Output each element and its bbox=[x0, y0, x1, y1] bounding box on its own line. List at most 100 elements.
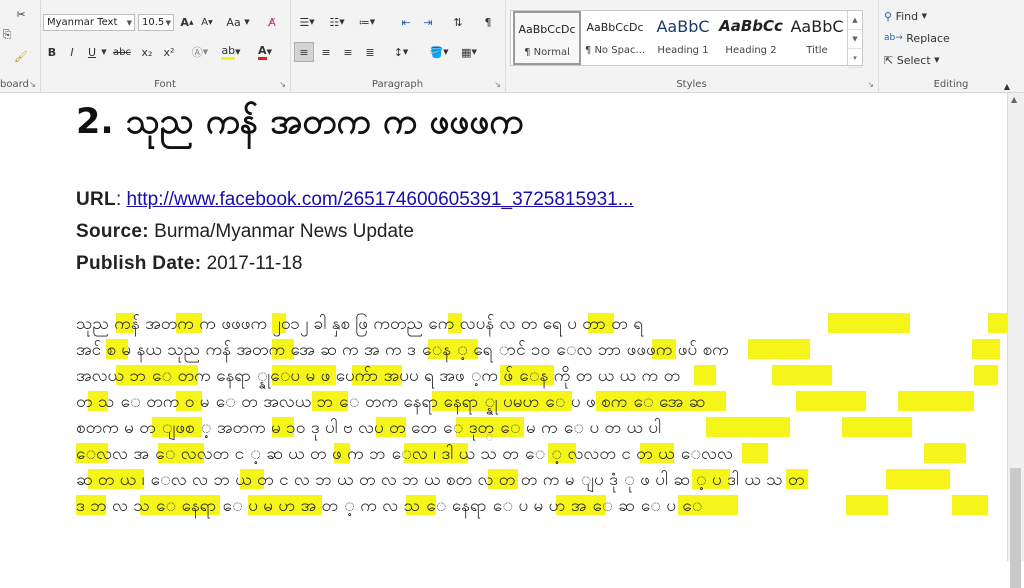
replace-button[interactable]: ab→ Replace bbox=[884, 28, 964, 48]
date-line: Publish Date: 2017-11-18 bbox=[76, 253, 303, 274]
style-name: Title bbox=[806, 45, 828, 56]
text-effects-icon[interactable]: Ⓐ ▼ bbox=[188, 42, 212, 62]
cut-icon[interactable]: ✂ bbox=[12, 4, 30, 24]
italic-button[interactable]: I bbox=[64, 42, 80, 62]
font-color-icon[interactable]: A ▼ bbox=[252, 42, 278, 62]
body-line: ေလလ အ ေ လလတ င ့ ဆ ယ တ ဖ က ဘ ေလ ၊ ဒါ ယ သ … bbox=[76, 444, 733, 464]
shading-icon[interactable]: 🪣 ▼ bbox=[426, 42, 452, 62]
highlight-color-icon[interactable]: ab ▼ bbox=[218, 42, 244, 62]
increase-indent-icon[interactable]: ⇥ bbox=[418, 12, 438, 32]
grow-font-button[interactable]: A ▲ bbox=[178, 12, 196, 32]
paragraph-group: ☰ ▼ ☷ ▼ ≔ ▼ ⇤ ⇥ ⇅ ¶ ≡ ≡ ≡ ≣ ↕ ▼ 🪣 ▼ ▦ ▼ Paragr… bbox=[290, 0, 506, 92]
body-line: သုည ကန် အတက က ဖဖဖက ၂၀၁၂ ခါ နှစ ဖြ ကတည ကေ… bbox=[76, 314, 643, 334]
styles-group-label: Styles bbox=[676, 79, 707, 90]
font-group-label: Font bbox=[154, 79, 176, 90]
align-left-icon[interactable]: ≡ bbox=[294, 42, 314, 62]
underline-button[interactable]: U bbox=[84, 42, 100, 62]
more-styles-icon[interactable]: ▾ bbox=[848, 49, 862, 68]
align-center-icon[interactable]: ≡ bbox=[316, 42, 336, 62]
body-line: စတက မ တ ျဖစ ့ အတက မ ၁၀ ဒု ပါ ဗ လပ တ တေ ေ… bbox=[76, 418, 662, 438]
font-size-combo[interactable]: 10.5 ▼ bbox=[138, 14, 174, 31]
chevron-up-icon[interactable]: ▲ bbox=[848, 11, 862, 30]
style-sample: AaBbC bbox=[656, 17, 710, 36]
replace-icon: ab→ bbox=[884, 33, 903, 43]
justify-icon[interactable]: ≣ bbox=[360, 42, 380, 62]
style-name: Heading 1 bbox=[657, 45, 709, 56]
article-heading: 2. သုည ကန် အတက က ဖဖဖက bbox=[76, 102, 524, 142]
font-name-combo[interactable]: Myanmar Text ▼ bbox=[43, 14, 135, 31]
change-case-button[interactable]: Aa ▼ bbox=[224, 12, 252, 32]
font-group: Myanmar Text ▼ 10.5 ▼ A ▲ A ▼ Aa ▼ A̸ B I … bbox=[40, 0, 291, 92]
select-label: Select bbox=[896, 53, 931, 67]
body-line: ဆ တ ယ ၊ ေလ လ ဘ ယ တ င လ ဘ ယ တ လ ဘ ယ စတ လ … bbox=[76, 470, 805, 490]
subscript-button[interactable]: x₂ bbox=[138, 42, 156, 62]
font-name-value: Myanmar Text bbox=[47, 17, 118, 28]
style-normal[interactable]: AaBbCcDc ¶ Normal bbox=[513, 11, 581, 65]
cursor-icon: ⇱ bbox=[884, 53, 894, 67]
style-name: ¶ No Spac... bbox=[584, 45, 646, 56]
borders-icon[interactable]: ▦ ▼ bbox=[456, 42, 482, 62]
sort-icon[interactable]: ⇅ bbox=[448, 12, 468, 32]
multilevel-list-icon[interactable]: ≔ ▼ bbox=[354, 12, 380, 32]
bullets-icon[interactable]: ☰ ▼ bbox=[294, 12, 320, 32]
bold-button[interactable]: B bbox=[44, 42, 60, 62]
scrollbar-thumb[interactable] bbox=[1010, 468, 1021, 588]
shrink-font-button[interactable]: A ▼ bbox=[198, 12, 216, 32]
superscript-button[interactable]: x² bbox=[160, 42, 178, 62]
shrink-font-label: A bbox=[201, 16, 209, 28]
numbering-icon[interactable]: ☷ ▼ bbox=[324, 12, 350, 32]
font-size-value: 10.5 bbox=[142, 17, 165, 28]
body-line: အင် စ မ နယ သုည ကန် အတက အေ ဆ က အ က ဒ ေန ့… bbox=[76, 340, 729, 360]
style-sample: AaBbCcDc bbox=[518, 23, 576, 36]
date-value: 2017-11-18 bbox=[206, 253, 303, 274]
url-link[interactable]: http://www.facebook.com/265174600605391_… bbox=[127, 189, 634, 210]
grow-font-label: A bbox=[180, 15, 189, 29]
style-sample: AaBbCc bbox=[719, 17, 783, 35]
document-page[interactable]: 2. သုည ကန် အတက က ဖဖဖက URL: http://www.fa… bbox=[0, 93, 1008, 561]
body-line: တ သ ေ တက ဝ မ ေ တ အလယ ဘ ေ တက နေရာ နေရာ ္န… bbox=[76, 392, 706, 412]
decrease-indent-icon[interactable]: ⇤ bbox=[396, 12, 416, 32]
source-value: Burma/Myanmar News Update bbox=[154, 221, 414, 242]
style-sample: AaBbCcDc bbox=[586, 21, 644, 34]
show-marks-icon[interactable]: ¶ bbox=[478, 12, 498, 32]
line-spacing-icon[interactable]: ↕ ▼ bbox=[388, 42, 414, 62]
paragraph-group-label: Paragraph bbox=[371, 79, 424, 90]
style-name: Heading 2 bbox=[725, 45, 777, 56]
change-case-label: Aa bbox=[226, 15, 241, 29]
editing-group: ⚲ Find ▼ ab→ Replace ⇱ Select ▼ Editing … bbox=[878, 0, 1024, 92]
chevron-up-icon[interactable]: ▲ bbox=[1011, 95, 1017, 104]
find-label: Find bbox=[895, 9, 919, 23]
url-line: URL: http://www.facebook.com/26517460060… bbox=[76, 189, 634, 210]
style-sample: AaBbC bbox=[790, 17, 844, 36]
styles-scroll: ▲ ▼ ▾ bbox=[847, 11, 862, 68]
source-line: Source: Burma/Myanmar News Update bbox=[76, 221, 414, 242]
underline-dropdown-icon[interactable]: ▼ bbox=[100, 42, 108, 62]
style-no-spacing[interactable]: AaBbCcDc ¶ No Spac... bbox=[581, 11, 649, 65]
url-label: URL bbox=[76, 189, 116, 210]
clear-formatting-icon[interactable]: A̸ bbox=[262, 12, 282, 32]
strikethrough-button[interactable]: abc bbox=[110, 42, 134, 62]
replace-label: Replace bbox=[906, 31, 950, 45]
style-heading-1[interactable]: AaBbC Heading 1 bbox=[649, 11, 717, 65]
styles-gallery: AaBbCcDc ¶ Normal AaBbCcDc ¶ No Spac... … bbox=[510, 10, 863, 68]
style-heading-2[interactable]: AaBbCc Heading 2 bbox=[717, 11, 785, 65]
ribbon: ✂ ⎘ 🖌 board ↘ Myanmar Text ▼ 10.5 ▼ A ▲ A… bbox=[0, 0, 1024, 93]
clipboard-group: ✂ ⎘ 🖌 board ↘ bbox=[0, 0, 41, 92]
chevron-down-icon: ▼ bbox=[126, 18, 132, 27]
vertical-scrollbar[interactable]: ▲ bbox=[1007, 93, 1024, 588]
copy-icon[interactable]: ⎘ bbox=[0, 25, 14, 45]
date-label: Publish Date bbox=[76, 253, 195, 274]
styles-launcher-icon[interactable]: ↘ bbox=[867, 80, 874, 89]
clipboard-launcher-icon[interactable]: ↘ bbox=[29, 80, 36, 89]
chevron-down-icon[interactable]: ▼ bbox=[848, 30, 862, 49]
paragraph-launcher-icon[interactable]: ↘ bbox=[494, 80, 501, 89]
find-button[interactable]: ⚲ Find ▼ bbox=[884, 6, 954, 26]
search-icon: ⚲ bbox=[884, 9, 893, 23]
format-painter-icon[interactable]: 🖌 bbox=[12, 46, 30, 66]
body-line: အလယ ဘ ေ တက နေရာ ္နုေပ မ ဖ ပေက်ာ အပပ ရ အဖ… bbox=[76, 366, 681, 386]
style-title[interactable]: AaBbC Title bbox=[783, 11, 851, 65]
select-button[interactable]: ⇱ Select ▼ bbox=[884, 50, 964, 70]
align-right-icon[interactable]: ≡ bbox=[338, 42, 358, 62]
style-name: ¶ Normal bbox=[524, 47, 570, 58]
font-launcher-icon[interactable]: ↘ bbox=[279, 80, 286, 89]
